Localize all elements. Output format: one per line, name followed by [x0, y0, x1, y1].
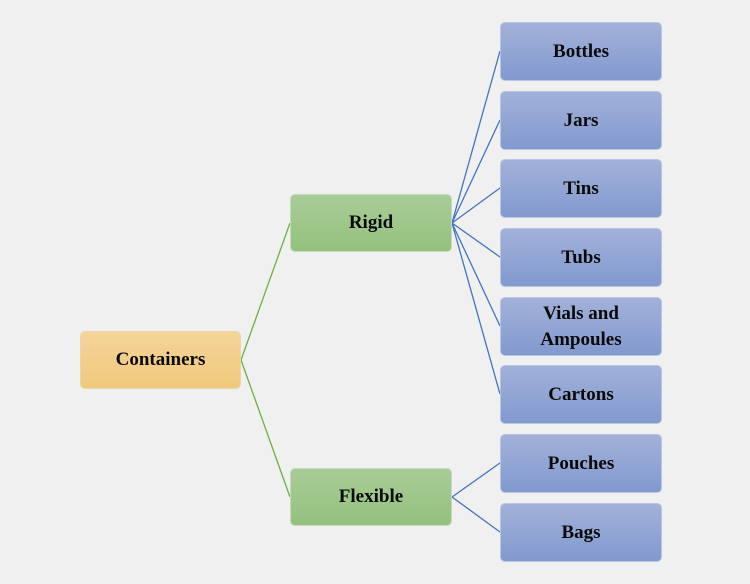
- node-tubs: Tubs: [500, 228, 662, 287]
- node-label: Cartons: [548, 383, 614, 405]
- node-bags: Bags: [500, 503, 662, 562]
- node-label: Bottles: [553, 40, 609, 62]
- node-label: Containers: [115, 349, 206, 370]
- connector-flexible-pouches: [451, 462, 501, 498]
- node-pouches: Pouches: [500, 434, 662, 493]
- node-label: Tins: [563, 177, 599, 199]
- node-label: Rigid: [348, 212, 394, 233]
- node-cartons: Cartons: [500, 365, 662, 424]
- node-bottles: Bottles: [500, 22, 662, 81]
- node-label: Bags: [561, 521, 601, 543]
- node-tins: Tins: [500, 159, 662, 218]
- connector-containers-rigid: [240, 222, 291, 361]
- connector-containers-flexible: [240, 359, 291, 498]
- connector-rigid-tins: [451, 187, 501, 224]
- connector-flexible-bags: [451, 496, 501, 533]
- node-label-line1: Vials and: [543, 302, 619, 324]
- node-label-line2: Ampoules: [540, 328, 622, 350]
- node-rigid: Rigid: [290, 194, 452, 252]
- node-jars: Jars: [500, 91, 662, 150]
- node-flexible: Flexible: [290, 468, 452, 526]
- connector-rigid-tubs: [451, 222, 501, 258]
- node-label: Pouches: [547, 452, 615, 474]
- node-label: Jars: [563, 109, 599, 131]
- node-vials-and-ampoules: Vials and Ampoules: [500, 297, 662, 356]
- node-label: Tubs: [561, 246, 601, 268]
- node-containers: Containers: [80, 331, 241, 389]
- connector-rigid-bottles: [451, 50, 501, 224]
- node-label: Flexible: [338, 486, 404, 507]
- connector-rigid-cartons: [451, 222, 501, 395]
